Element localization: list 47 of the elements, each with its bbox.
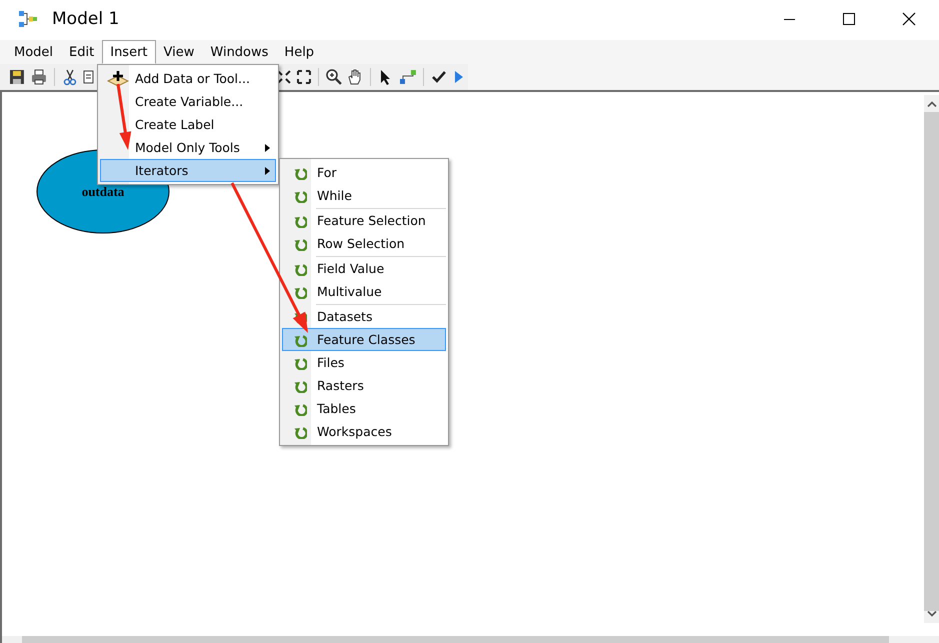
refresh-icon (293, 378, 307, 392)
menu-item[interactable]: Field Value (282, 257, 446, 280)
menu-item[interactable]: For (282, 161, 446, 184)
menu-item[interactable]: Windows (202, 40, 276, 64)
submenu-arrow-icon (264, 144, 270, 152)
submenu-arrow-icon (264, 166, 270, 174)
app-icon (18, 10, 38, 28)
menu-item[interactable]: View (156, 40, 202, 64)
refresh-icon (293, 402, 307, 416)
save-icon[interactable] (8, 68, 26, 86)
window-title: Model 1 (52, 9, 120, 29)
print-icon[interactable] (30, 68, 48, 86)
refresh-icon (293, 424, 307, 438)
menu-item[interactable]: Iterators (100, 159, 276, 182)
refresh-icon (293, 236, 307, 250)
scroll-thumb[interactable] (22, 636, 889, 643)
menu-item[interactable]: Rasters (282, 374, 446, 397)
menu-item[interactable]: Files (282, 351, 446, 374)
menu-item[interactable]: Multivalue (282, 280, 446, 303)
menu-item[interactable]: Workspaces (282, 420, 446, 443)
menu-item[interactable]: Insert (102, 40, 156, 64)
menu-item[interactable]: Create Label (100, 113, 276, 136)
scroll-down-icon[interactable] (926, 611, 936, 617)
annotation-arrow (116, 84, 132, 150)
node-label: outdata (82, 184, 124, 200)
refresh-icon (293, 284, 307, 298)
menu-item[interactable]: Row Selection (282, 232, 446, 255)
menu-item[interactable]: Feature Classes (282, 328, 446, 351)
zoom-in-icon[interactable] (324, 68, 342, 86)
refresh-icon (293, 214, 307, 228)
refresh-icon (293, 332, 307, 346)
menu-item[interactable]: While (282, 184, 446, 207)
menu-item[interactable]: Edit (61, 40, 102, 64)
menu-item[interactable]: Help (276, 40, 322, 64)
connect-icon[interactable] (399, 68, 418, 86)
refresh-icon (293, 262, 307, 276)
scroll-thumb[interactable] (924, 112, 939, 611)
refresh-icon (293, 166, 307, 180)
refresh-icon (293, 356, 307, 370)
menu-item[interactable]: Feature Selection (282, 209, 446, 232)
menu-item[interactable]: Tables (282, 397, 446, 420)
scroll-up-icon[interactable] (926, 100, 936, 106)
add-data-icon (107, 70, 129, 88)
refresh-icon (293, 188, 307, 202)
menu-item[interactable]: Model Only Tools (100, 136, 276, 159)
menu-item[interactable]: Create Variable... (100, 90, 276, 113)
menu-item[interactable]: Model (6, 40, 62, 64)
